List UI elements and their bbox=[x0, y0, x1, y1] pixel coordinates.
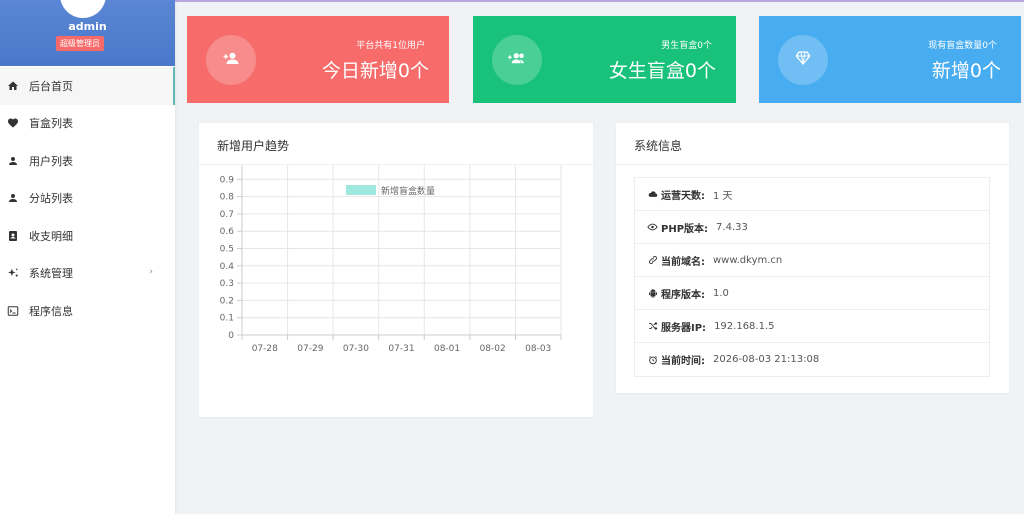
info-value: 1 天 bbox=[713, 190, 733, 202]
add-user-icon bbox=[222, 49, 240, 71]
info-row-server-ip: 服务器IP: 192.168.1.5 bbox=[635, 310, 989, 343]
sidebar-item-label: 系统管理 bbox=[29, 267, 73, 281]
role-badge: 超级管理员 bbox=[56, 36, 104, 51]
x-tick-label: 08-03 bbox=[525, 344, 551, 354]
sidebar-item-dashboard[interactable]: 后台首页 bbox=[0, 67, 175, 105]
info-row-uptime: 运营天数: 1 天 bbox=[635, 178, 989, 211]
info-value: 192.168.1.5 bbox=[714, 320, 775, 332]
y-tick-label: 0.8 bbox=[220, 193, 235, 203]
y-tick-label: 0.9 bbox=[220, 175, 235, 185]
stat-value: 今日新增0个 bbox=[321, 60, 429, 82]
info-row-current-time: 当前时间: 2026-08-03 21:13:08 bbox=[635, 343, 989, 376]
alarm-clock-icon bbox=[647, 354, 658, 365]
legend-swatch bbox=[346, 185, 376, 195]
heart-icon bbox=[6, 116, 20, 130]
top-accent-line bbox=[175, 0, 1024, 2]
sidebar: admin 超级管理员 后台首页 盲盒列表 用户列表 分站列表 收支明细 系统管… bbox=[0, 0, 175, 514]
stat-icon-circle bbox=[778, 35, 828, 85]
stat-card-blindbox-gender[interactable]: 男生盲盒0个 女生盲盒0个 bbox=[473, 16, 736, 103]
info-value: 7.4.33 bbox=[716, 221, 748, 233]
stat-icon-circle bbox=[206, 35, 256, 85]
stat-subtitle: 现有盲盒数量0个 bbox=[928, 41, 997, 51]
info-value: www.dkym.cn bbox=[713, 254, 783, 266]
user-icon bbox=[6, 154, 20, 168]
sidebar-item-user-list[interactable]: 用户列表 bbox=[0, 142, 175, 180]
x-tick-label: 07-28 bbox=[252, 344, 278, 354]
y-tick-label: 0.3 bbox=[220, 279, 234, 289]
y-tick-label: 0.6 bbox=[220, 227, 235, 237]
x-tick-label: 08-02 bbox=[480, 344, 506, 354]
user-trend-panel: 新增用户趋势 新增盲盒数量 0 0.1 0.2 0.3 0.4 0.5 0.6 0.7 0.8 0.… bbox=[199, 123, 593, 417]
stat-card-blindbox-count[interactable]: 现有盲盒数量0个 新增0个 bbox=[759, 16, 1021, 103]
home-icon bbox=[6, 79, 20, 93]
x-tick-label: 07-29 bbox=[297, 344, 323, 354]
sidebar-item-program-info[interactable]: 程序信息 bbox=[0, 292, 175, 330]
sparkle-icon bbox=[6, 266, 20, 280]
chevron-right-icon: › bbox=[149, 266, 153, 277]
sidebar-item-label: 盲盒列表 bbox=[29, 117, 73, 131]
stat-card-users[interactable]: 平台共有1位用户 今日新增0个 bbox=[187, 16, 449, 103]
y-tick-label: 0 bbox=[228, 331, 234, 341]
sidebar-item-label: 后台首页 bbox=[29, 79, 73, 93]
profile-header: admin 超级管理员 bbox=[0, 0, 175, 66]
x-tick-label: 07-30 bbox=[343, 344, 369, 354]
sidebar-item-blindbox-list[interactable]: 盲盒列表 bbox=[0, 105, 175, 143]
info-value: 1.0 bbox=[713, 287, 729, 299]
avatar[interactable] bbox=[60, 0, 106, 18]
x-tick-label: 07-31 bbox=[388, 344, 414, 354]
contact-card-icon bbox=[6, 229, 20, 243]
info-row-program-version: 程序版本: 1.0 bbox=[635, 277, 989, 310]
stat-icon-circle bbox=[492, 35, 542, 85]
group-add-icon bbox=[507, 49, 527, 71]
x-tick-label: 08-01 bbox=[434, 344, 460, 354]
info-label: 服务器IP: bbox=[661, 322, 707, 334]
diamond-icon bbox=[795, 50, 811, 70]
sidebar-menu: 后台首页 盲盒列表 用户列表 分站列表 收支明细 系统管理 › 程序信息 bbox=[0, 67, 175, 330]
info-label: 运营天数: bbox=[661, 190, 705, 202]
admin-name: admin bbox=[68, 20, 107, 33]
stat-value: 新增0个 bbox=[931, 60, 1001, 82]
terminal-icon bbox=[6, 304, 20, 318]
android-icon bbox=[647, 288, 658, 299]
y-tick-label: 0.1 bbox=[220, 314, 234, 324]
link-icon bbox=[647, 255, 658, 266]
sidebar-item-system-management[interactable]: 系统管理 › bbox=[0, 255, 175, 293]
legend-label: 新增盲盒数量 bbox=[381, 185, 435, 197]
y-tick-label: 1.0 bbox=[220, 165, 235, 168]
y-tick-label: 0.5 bbox=[220, 245, 234, 255]
stat-subtitle: 男生盲盒0个 bbox=[661, 41, 712, 51]
sidebar-item-label: 分站列表 bbox=[29, 192, 73, 206]
info-label: 当前时间: bbox=[661, 356, 705, 367]
sidebar-item-substation-list[interactable]: 分站列表 bbox=[0, 180, 175, 218]
sidebar-item-label: 收支明细 bbox=[29, 229, 73, 243]
y-tick-label: 0.4 bbox=[220, 262, 235, 272]
stat-value: 女生盲盒0个 bbox=[608, 60, 716, 82]
panel-title: 新增用户趋势 bbox=[217, 139, 290, 153]
system-info-panel: 系统信息 运营天数: 1 天 PHP版本: 7.4.33 当前域名: www.d… bbox=[616, 123, 1009, 393]
info-label: 当前域名: bbox=[661, 256, 705, 268]
y-tick-label: 0.7 bbox=[220, 210, 234, 220]
info-label: 程序版本: bbox=[661, 289, 705, 301]
sidebar-item-label: 用户列表 bbox=[29, 154, 73, 168]
system-info-table: 运营天数: 1 天 PHP版本: 7.4.33 当前域名: www.dkym.c… bbox=[634, 177, 990, 377]
panel-title: 系统信息 bbox=[634, 139, 683, 153]
cloud-icon bbox=[647, 189, 658, 200]
info-value: 2026-08-03 21:13:08 bbox=[713, 354, 820, 365]
stat-subtitle: 平台共有1位用户 bbox=[356, 41, 425, 51]
info-row-php-version: PHP版本: 7.4.33 bbox=[635, 211, 989, 244]
sidebar-item-label: 程序信息 bbox=[29, 304, 73, 318]
user-icon bbox=[6, 191, 20, 205]
info-row-domain: 当前域名: www.dkym.cn bbox=[635, 244, 989, 277]
y-tick-label: 0.2 bbox=[220, 296, 234, 306]
sidebar-item-finance-detail[interactable]: 收支明细 bbox=[0, 217, 175, 255]
shuffle-icon bbox=[647, 321, 658, 332]
panel-divider bbox=[616, 164, 1009, 165]
trend-chart: 新增盲盒数量 0 0.1 0.2 0.3 0.4 0.5 0.6 0.7 0.8 0.9 1.0 07-… bbox=[220, 165, 562, 354]
info-label: PHP版本: bbox=[661, 223, 709, 235]
eye-icon bbox=[647, 222, 658, 233]
